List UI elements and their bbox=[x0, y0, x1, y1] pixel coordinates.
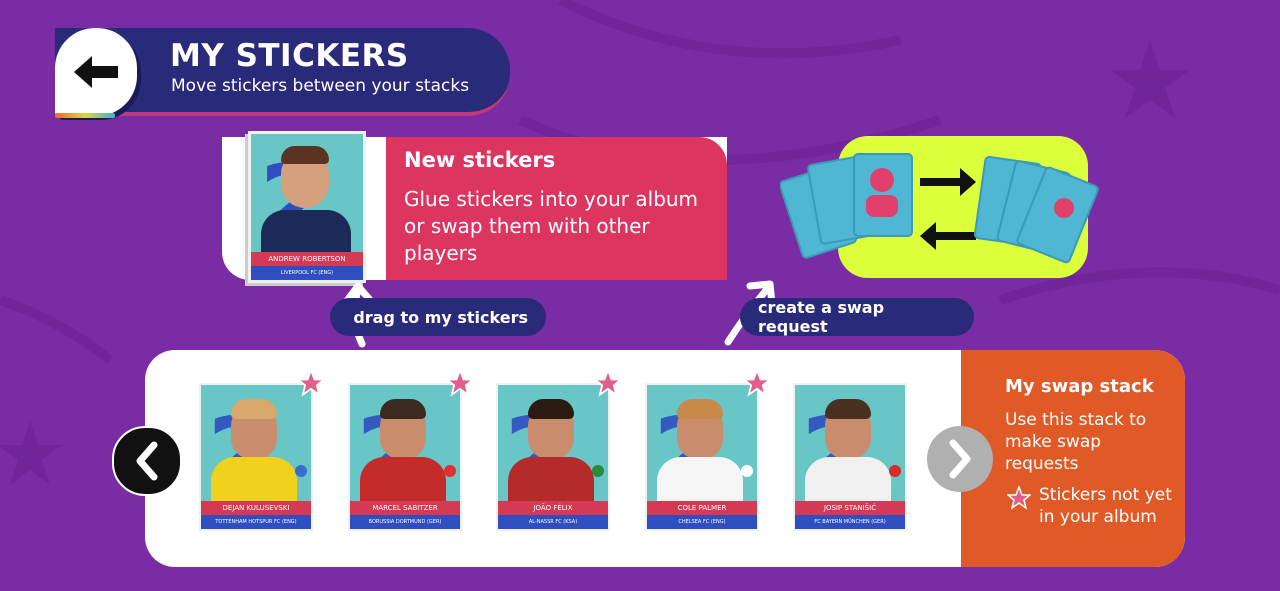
sticker-name: MARCEL SABITZER bbox=[350, 501, 460, 515]
star-icon bbox=[594, 369, 622, 397]
page-title: MY STICKERS bbox=[170, 38, 409, 74]
sticker-name: DEJAN KULUSEVSKI bbox=[201, 501, 311, 515]
sticker-card[interactable]: 2COLE PALMERCHELSEA FC (ENG) bbox=[645, 383, 759, 531]
back-button[interactable] bbox=[55, 28, 137, 118]
sticker-club: FC BAYERN MÜNCHEN (GER) bbox=[795, 515, 905, 529]
featured-sticker-club: LIVERPOOL FC (ENG) bbox=[251, 266, 363, 280]
star-icon bbox=[743, 369, 771, 397]
sticker-card[interactable]: 2DEJAN KULUSEVSKITOTTENHAM HOTSPUR FC (E… bbox=[199, 383, 313, 531]
page-subtitle: Move stickers between your stacks bbox=[171, 76, 470, 96]
swap-label: create a swap request bbox=[758, 298, 885, 336]
create-swap-request-button[interactable]: create a swap request bbox=[740, 298, 974, 336]
sticker-card[interactable]: 2JOSIP STANIŠIĆFC BAYERN MÜNCHEN (GER) bbox=[793, 383, 907, 531]
legend-text: Stickers not yet in your album bbox=[1039, 485, 1172, 527]
star-icon bbox=[297, 369, 325, 397]
swap-stack-description: Use this stack to make swap requests bbox=[1005, 410, 1147, 474]
sticker-club: TOTTENHAM HOTSPUR FC (ENG) bbox=[201, 515, 311, 529]
sticker-name: JOSIP STANIŠIĆ bbox=[795, 501, 905, 515]
drag-label: drag to my stickers bbox=[353, 307, 528, 327]
swap-illustration bbox=[780, 153, 1099, 264]
sticker-club: CHELSEA FC (ENG) bbox=[647, 515, 757, 529]
new-stickers-description: Glue stickers into your album or swap th… bbox=[404, 187, 699, 265]
prev-button[interactable] bbox=[112, 426, 182, 496]
swap-stack-title: My swap stack bbox=[1005, 376, 1154, 397]
star-icon bbox=[446, 369, 474, 397]
featured-sticker[interactable]: 2 ANDREW ROBERTSON LIVERPOOL FC (ENG) bbox=[248, 131, 366, 283]
next-button[interactable] bbox=[927, 426, 993, 492]
sticker-name: JOÃO FÉLIX bbox=[498, 501, 608, 515]
chevron-right-icon bbox=[949, 439, 971, 479]
new-stickers-title: New stickers bbox=[404, 148, 556, 172]
drag-to-my-stickers-button[interactable]: drag to my stickers bbox=[330, 298, 546, 336]
sticker-card[interactable]: 2MARCEL SABITZERBORUSSIA DORTMUND (GER) bbox=[348, 383, 462, 531]
chevron-left-icon bbox=[136, 441, 158, 481]
arrow-left-icon bbox=[74, 56, 118, 88]
sticker-club: AL-NASSR FC (KSA) bbox=[498, 515, 608, 529]
sticker-club: BORUSSIA DORTMUND (GER) bbox=[350, 515, 460, 529]
star-icon bbox=[1007, 486, 1031, 510]
featured-sticker-name: ANDREW ROBERTSON bbox=[251, 252, 363, 266]
sticker-name: COLE PALMER bbox=[647, 501, 757, 515]
sticker-card[interactable]: 2JOÃO FÉLIXAL-NASSR FC (KSA) bbox=[496, 383, 610, 531]
